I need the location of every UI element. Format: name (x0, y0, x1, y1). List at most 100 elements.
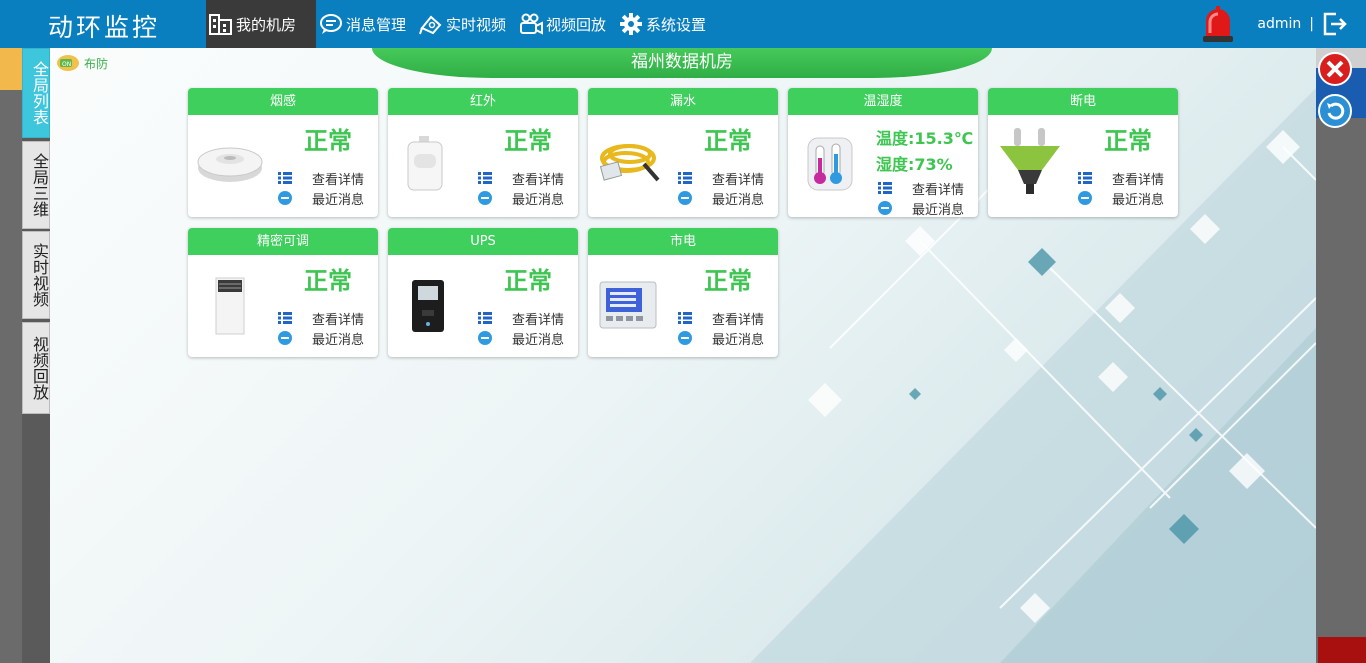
view-details-link[interactable]: 查看详情 (478, 168, 564, 188)
side-tab-global-3d[interactable]: 全局三维 (22, 141, 50, 229)
recent-messages-label: 最近消息 (312, 192, 365, 208)
nav-my-room[interactable]: 我的机房 (206, 0, 316, 48)
gear-icon (618, 11, 644, 37)
view-details-link[interactable]: 查看详情 (278, 168, 364, 188)
device-card-power-outage[interactable]: 断电 正常 查看详情 最近消息 (988, 88, 1178, 217)
power-plug-icon (994, 124, 1066, 196)
arm-toggle[interactable]: ON 布防 (56, 54, 108, 72)
view-details-label: 查看详情 (512, 172, 565, 188)
side-tab-global-list[interactable]: 全局列表 (22, 48, 50, 138)
infrared-sensor-icon (394, 124, 466, 196)
view-details-label: 查看详情 (912, 182, 965, 198)
logout-icon[interactable] (1322, 11, 1348, 37)
card-actions: 查看详情 最近消息 (878, 178, 964, 217)
username[interactable]: admin (1257, 16, 1301, 32)
view-details-link[interactable]: 查看详情 (278, 308, 364, 328)
view-details-link[interactable]: 查看详情 (478, 308, 564, 328)
device-card-infrared[interactable]: 红外 正常 查看详情 最近消息 (388, 88, 578, 217)
recent-messages-label: 最近消息 (712, 192, 765, 208)
nav-video-playback[interactable]: 视频回放 (516, 0, 616, 48)
view-details-label: 查看详情 (712, 312, 765, 328)
recent-messages-link[interactable]: 最近消息 (478, 328, 564, 348)
message-bubble-icon (278, 191, 292, 205)
status-text: 正常 (1104, 127, 1152, 155)
card-actions: 查看详情 最近消息 (678, 168, 764, 208)
separator: | (1309, 16, 1314, 32)
card-actions: 查看详情 最近消息 (678, 308, 764, 348)
top-bar: 动环监控 我的机房 消息管理 实时视频 视频回放 系统设置 admin | (0, 0, 1366, 48)
card-title: 温湿度 (788, 88, 978, 115)
list-icon (278, 311, 292, 325)
thermometer-icon (794, 124, 866, 196)
device-card-smoke[interactable]: 烟感 正常 查看详情 最近消息 (188, 88, 378, 217)
recent-messages-label: 最近消息 (1112, 192, 1165, 208)
device-card-water-leak[interactable]: 漏水 正常 查看详情 最近消息 (588, 88, 778, 217)
recent-messages-link[interactable]: 最近消息 (1078, 188, 1164, 208)
view-details-link[interactable]: 查看详情 (878, 178, 964, 198)
nav-label: 我的机房 (236, 15, 297, 34)
right-gutter-bottom (1318, 637, 1366, 663)
recent-messages-link[interactable]: 最近消息 (878, 198, 964, 217)
card-title: 断电 (988, 88, 1178, 115)
view-details-link[interactable]: 查看详情 (678, 168, 764, 188)
recent-messages-link[interactable]: 最近消息 (278, 328, 364, 348)
list-icon (478, 311, 492, 325)
recent-messages-link[interactable]: 最近消息 (678, 328, 764, 348)
card-actions: 查看详情 最近消息 (278, 168, 364, 208)
camera-icon (518, 11, 544, 37)
status-text: 正常 (504, 267, 552, 295)
side-tab-live-video[interactable]: 实时视频 (22, 231, 50, 319)
nav-label: 消息管理 (346, 15, 407, 34)
status-text: 正常 (304, 127, 352, 155)
nav-label: 视频回放 (546, 15, 607, 34)
main-nav: 我的机房 消息管理 实时视频 视频回放 系统设置 (206, 0, 716, 48)
nav-live-video[interactable]: 实时视频 (416, 0, 516, 48)
nav-messages[interactable]: 消息管理 (316, 0, 416, 48)
list-icon (678, 171, 692, 185)
close-button[interactable] (1318, 52, 1352, 86)
recent-messages-link[interactable]: 最近消息 (478, 188, 564, 208)
side-tab-playback[interactable]: 视频回放 (22, 322, 50, 414)
right-gutter (1316, 48, 1366, 663)
recent-messages-label: 最近消息 (312, 332, 365, 348)
alarm-light-icon[interactable] (1201, 5, 1235, 43)
recent-messages-label: 最近消息 (912, 202, 965, 218)
app-title: 动环监控 (48, 13, 161, 42)
device-card-temp-humidity[interactable]: 温湿度 温度:15.3℃ 湿度:73% 查看详情 最近消息 (788, 88, 978, 217)
list-icon (278, 171, 292, 185)
device-card-precision-ac[interactable]: 精密可调 正常 查看详情 最近消息 (188, 228, 378, 357)
list-icon (678, 311, 692, 325)
view-details-label: 查看详情 (312, 172, 365, 188)
view-details-link[interactable]: 查看详情 (678, 308, 764, 328)
list-icon (878, 181, 892, 195)
message-bubble-icon (1078, 191, 1092, 205)
temperature-value: 温度:15.3℃ (876, 129, 974, 148)
card-actions: 查看详情 最近消息 (478, 168, 564, 208)
arm-icon: ON (56, 54, 80, 72)
card-title: 烟感 (188, 88, 378, 115)
message-bubble-icon (678, 191, 692, 205)
card-title: 漏水 (588, 88, 778, 115)
view-details-label: 查看详情 (1112, 172, 1165, 188)
refresh-button[interactable] (1318, 94, 1352, 128)
status-text: 正常 (704, 127, 752, 155)
card-title: 市电 (588, 228, 778, 255)
message-icon (318, 11, 344, 37)
recent-messages-link[interactable]: 最近消息 (678, 188, 764, 208)
power-meter-icon (594, 264, 666, 336)
recent-messages-label: 最近消息 (512, 192, 565, 208)
status-text: 正常 (704, 267, 752, 295)
device-card-mains[interactable]: 市电 正常 查看详情 最近消息 (588, 228, 778, 357)
water-leak-cable-icon (594, 124, 666, 196)
view-details-label: 查看详情 (712, 172, 765, 188)
nav-label: 系统设置 (646, 15, 707, 34)
recent-messages-link[interactable]: 最近消息 (278, 188, 364, 208)
device-card-ups[interactable]: UPS 正常 查看详情 最近消息 (388, 228, 578, 357)
list-icon (1078, 171, 1092, 185)
recent-messages-label: 最近消息 (512, 332, 565, 348)
nav-settings[interactable]: 系统设置 (616, 0, 716, 48)
view-details-link[interactable]: 查看详情 (1078, 168, 1164, 188)
card-title: UPS (388, 228, 578, 255)
message-bubble-icon (278, 331, 292, 345)
precision-ac-icon (194, 264, 266, 336)
